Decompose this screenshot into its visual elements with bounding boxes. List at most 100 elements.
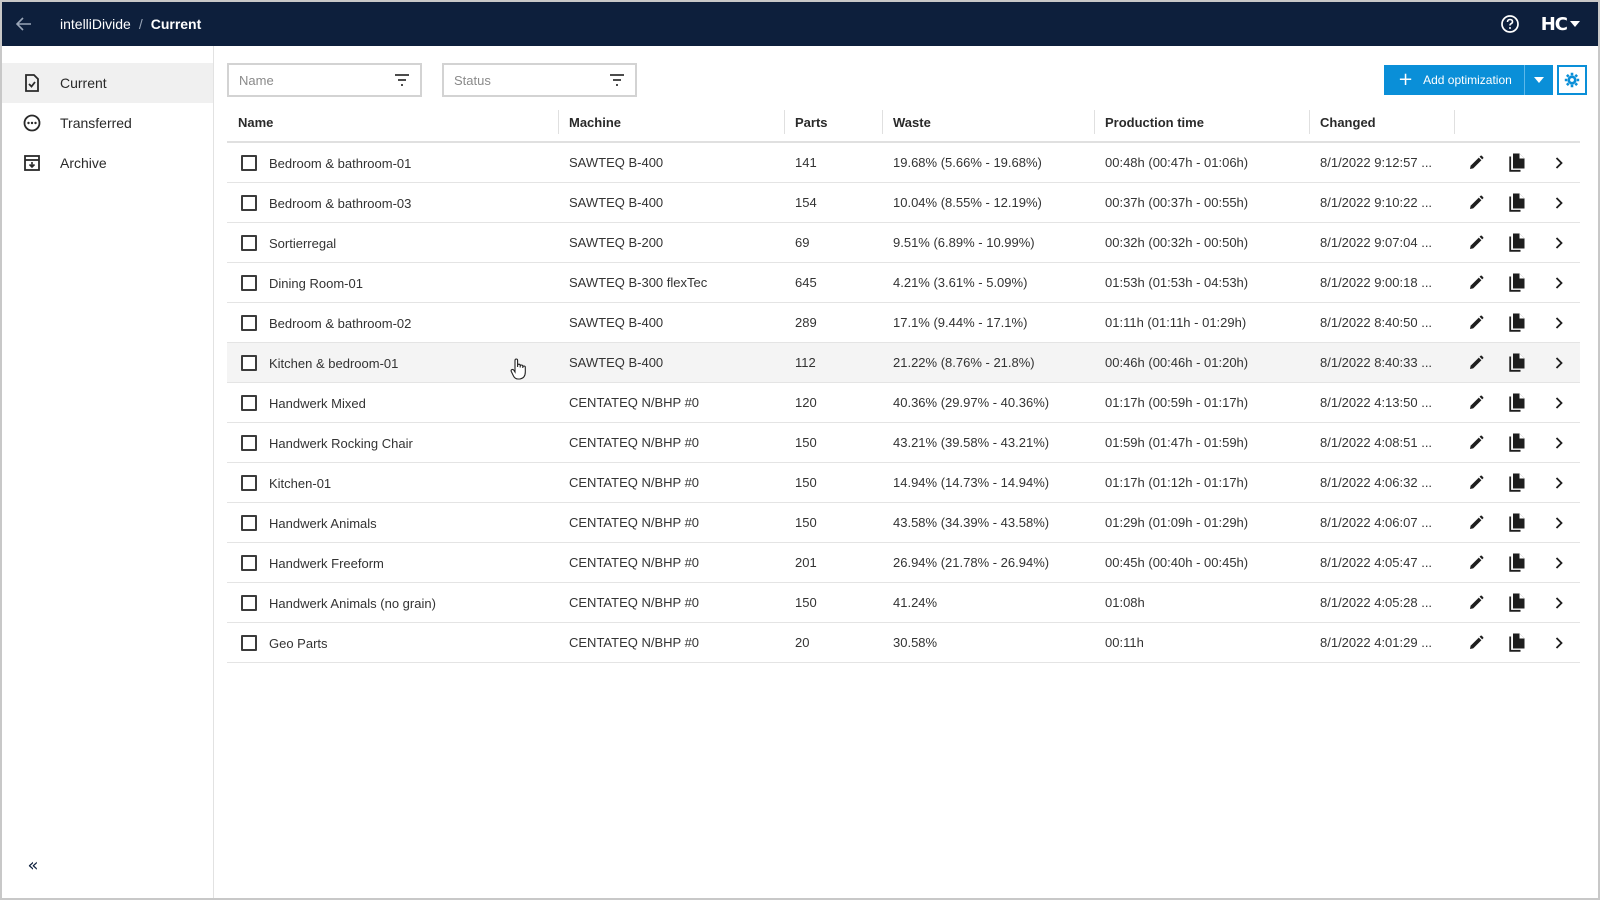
copy-button[interactable] <box>1497 463 1539 503</box>
table-row[interactable]: Kitchen & bedroom-01 SAWTEQ B-400 112 21.22… <box>227 343 1580 383</box>
column-header-production-time[interactable]: Production time <box>1095 110 1310 134</box>
table-row[interactable]: Handwerk Animals CENTATEQ N/BHP #0 150 43.5… <box>227 503 1580 543</box>
status-filter-input[interactable] <box>454 72 584 88</box>
row-checkbox[interactable] <box>241 394 257 411</box>
column-header-parts[interactable]: Parts <box>785 110 883 134</box>
open-details-button[interactable] <box>1538 503 1580 543</box>
name-filter-input[interactable] <box>239 72 369 88</box>
settings-button[interactable] <box>1557 65 1587 95</box>
copy-button[interactable] <box>1497 183 1539 223</box>
row-checkbox[interactable] <box>241 554 257 571</box>
edit-button[interactable] <box>1455 143 1497 183</box>
row-checkbox[interactable] <box>241 354 257 371</box>
copy-button[interactable] <box>1497 423 1539 463</box>
open-details-button[interactable] <box>1538 223 1580 263</box>
open-details-button[interactable] <box>1538 623 1580 663</box>
row-checkbox[interactable] <box>241 194 257 211</box>
name-filter[interactable] <box>227 63 422 97</box>
row-checkbox[interactable] <box>241 514 257 531</box>
row-checkbox[interactable] <box>241 634 257 651</box>
copy-button[interactable] <box>1497 263 1539 303</box>
sidebar-item-current[interactable]: Current <box>2 63 213 103</box>
status-filter[interactable] <box>442 63 637 97</box>
open-details-button[interactable] <box>1538 543 1580 583</box>
row-checkbox[interactable] <box>241 474 257 491</box>
open-details-button[interactable] <box>1538 463 1580 503</box>
row-checkbox[interactable] <box>241 314 257 331</box>
collapse-sidebar-button[interactable]: « <box>22 854 44 876</box>
copy-button[interactable] <box>1497 143 1539 183</box>
open-details-button[interactable] <box>1538 183 1580 223</box>
caret-down-icon <box>1533 77 1544 83</box>
column-header-changed[interactable]: Changed <box>1310 110 1455 134</box>
caret-down-icon <box>1570 21 1580 27</box>
row-checkbox[interactable] <box>241 234 257 251</box>
copy-button[interactable] <box>1497 383 1539 423</box>
row-checkbox[interactable] <box>241 274 257 291</box>
cell-machine: CENTATEQ N/BHP #0 <box>569 515 700 530</box>
edit-button[interactable] <box>1455 303 1497 343</box>
edit-button[interactable] <box>1455 543 1497 583</box>
table-row[interactable]: Bedroom & bathroom-03 SAWTEQ B-400 154 10.0… <box>227 183 1580 223</box>
page-title: Current <box>150 16 202 32</box>
filter-icon[interactable] <box>609 74 625 86</box>
edit-button[interactable] <box>1455 463 1497 503</box>
row-checkbox[interactable] <box>241 154 257 171</box>
table-row[interactable]: Dining Room-01 SAWTEQ B-300 flexTec 645 4.2… <box>227 263 1580 303</box>
breadcrumb-separator: / <box>138 16 143 32</box>
edit-button[interactable] <box>1455 623 1497 663</box>
row-name: Handwerk Freeform <box>269 556 384 571</box>
edit-button[interactable] <box>1455 423 1497 463</box>
copy-button[interactable] <box>1497 543 1539 583</box>
open-details-button[interactable] <box>1538 343 1580 383</box>
copy-button[interactable] <box>1497 343 1539 383</box>
row-checkbox[interactable] <box>241 434 257 451</box>
cell-changed: 8/1/2022 9:07:04 ... <box>1320 235 1433 250</box>
table-row[interactable]: Sortierregal SAWTEQ B-200 69 9.51% (6.89% -… <box>227 223 1580 263</box>
open-details-button[interactable] <box>1538 383 1580 423</box>
cell-production-time: 00:11h <box>1105 635 1144 650</box>
table-row[interactable]: Handwerk Mixed CENTATEQ N/BHP #0 120 40.36%… <box>227 383 1580 423</box>
chevron-right-icon <box>1555 236 1563 249</box>
copy-button[interactable] <box>1497 223 1539 263</box>
edit-button[interactable] <box>1455 263 1497 303</box>
row-checkbox[interactable] <box>241 594 257 611</box>
copy-button[interactable] <box>1497 623 1539 663</box>
user-menu[interactable]: HC <box>1541 14 1580 35</box>
column-header-waste[interactable]: Waste <box>883 110 1095 134</box>
breadcrumb-app-link[interactable]: intelliDivide <box>60 16 131 32</box>
open-details-button[interactable] <box>1538 583 1580 623</box>
add-optimization-button[interactable]: + Add optimization <box>1384 65 1525 95</box>
edit-button[interactable] <box>1455 343 1497 383</box>
cell-changed: 8/1/2022 4:08:51 ... <box>1320 435 1433 450</box>
copy-button[interactable] <box>1497 303 1539 343</box>
table-row[interactable]: Handwerk Animals (no grain) CENTATEQ N/BH… <box>227 583 1580 623</box>
column-header-machine[interactable]: Machine <box>559 110 785 134</box>
sidebar-item-archive[interactable]: Archive <box>2 143 213 183</box>
copy-button[interactable] <box>1497 583 1539 623</box>
column-header-name[interactable]: Name <box>227 110 559 134</box>
table-row[interactable]: Handwerk Rocking Chair CENTATEQ N/BHP #0 1… <box>227 423 1580 463</box>
open-details-button[interactable] <box>1538 303 1580 343</box>
table-row[interactable]: Bedroom & bathroom-02 SAWTEQ B-400 289 17.1… <box>227 303 1580 343</box>
edit-button[interactable] <box>1455 383 1497 423</box>
open-details-button[interactable] <box>1538 423 1580 463</box>
table-row[interactable]: Geo Parts CENTATEQ N/BHP #0 20 30.58% 00:11h… <box>227 623 1580 663</box>
open-details-button[interactable] <box>1538 143 1580 183</box>
table-row[interactable]: Kitchen-01 CENTATEQ N/BHP #0 150 14.94% (14… <box>227 463 1580 503</box>
edit-button[interactable] <box>1455 503 1497 543</box>
table-row[interactable]: Handwerk Freeform CENTATEQ N/BHP #0 201 26.… <box>227 543 1580 583</box>
copy-button[interactable] <box>1497 503 1539 543</box>
table-row[interactable]: Bedroom & bathroom-01 SAWTEQ B-400 141 19.6… <box>227 143 1580 183</box>
sidebar-item-transferred[interactable]: Transferred <box>2 103 213 143</box>
filter-icon[interactable] <box>394 74 410 86</box>
back-button[interactable] <box>2 2 46 46</box>
copy-icon <box>1509 433 1526 452</box>
edit-button[interactable] <box>1455 223 1497 263</box>
add-optimization-dropdown-button[interactable] <box>1524 65 1553 95</box>
edit-button[interactable] <box>1455 583 1497 623</box>
help-button[interactable] <box>1499 13 1521 35</box>
edit-button[interactable] <box>1455 183 1497 223</box>
row-name: Kitchen-01 <box>269 476 332 491</box>
open-details-button[interactable] <box>1538 263 1580 303</box>
